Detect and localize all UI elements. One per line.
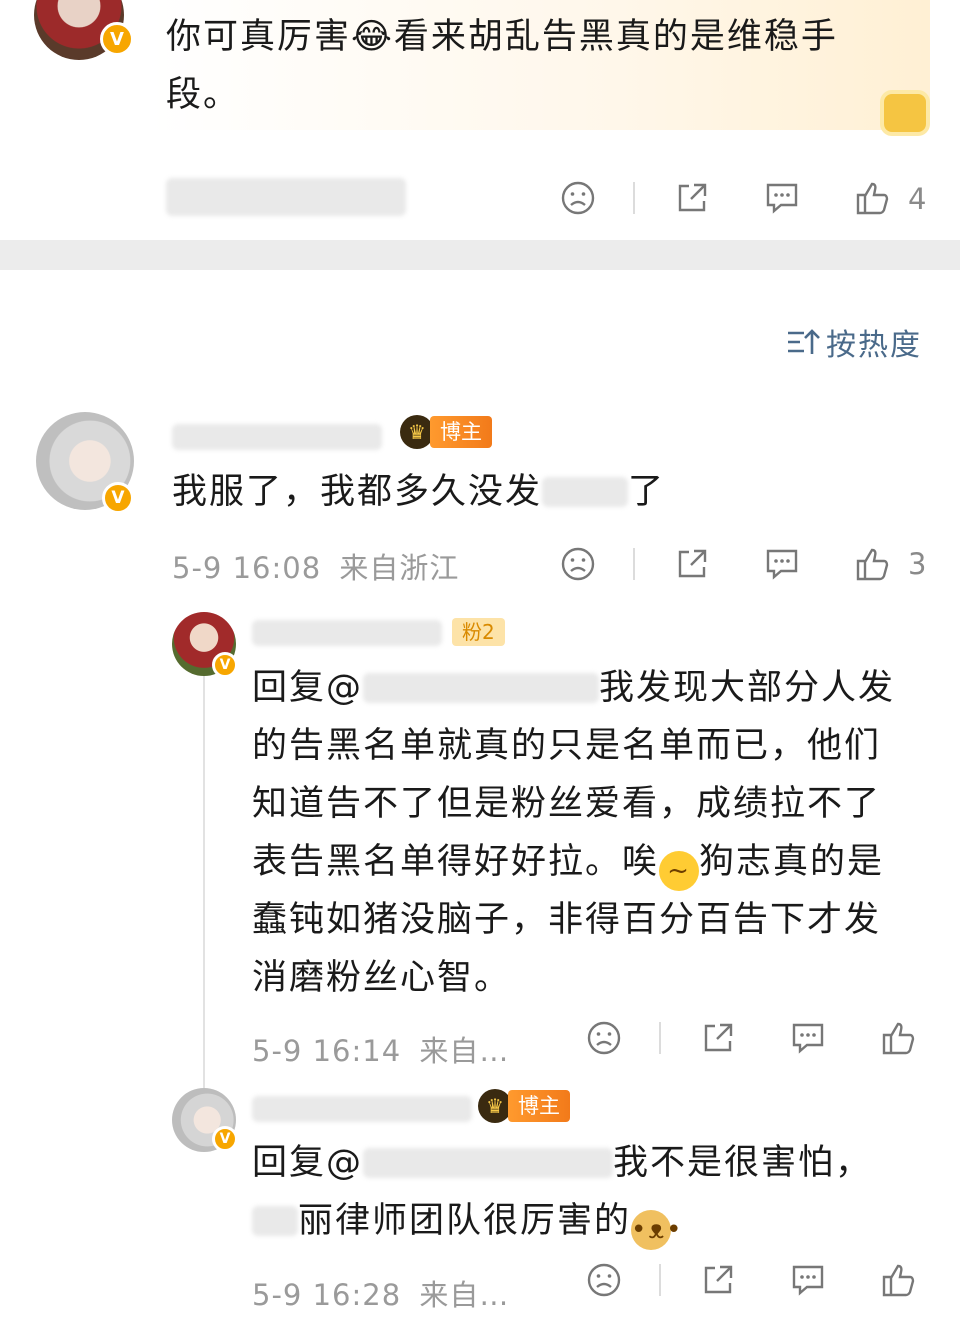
like-count: 3 bbox=[908, 547, 927, 581]
sort-button[interactable]: 按热度 bbox=[786, 322, 922, 363]
comment-icon bbox=[766, 549, 798, 580]
share-icon bbox=[704, 1023, 733, 1052]
comment-button[interactable] bbox=[760, 176, 804, 220]
blurred-metadata bbox=[166, 178, 406, 216]
username-blurred bbox=[172, 424, 382, 450]
comment-button[interactable] bbox=[786, 1258, 830, 1302]
like-button[interactable] bbox=[850, 176, 894, 220]
share-button[interactable] bbox=[670, 542, 714, 586]
reply-location: 来自… bbox=[419, 1034, 510, 1068]
sad-face-icon bbox=[587, 1021, 621, 1055]
sad-face-icon bbox=[561, 547, 595, 581]
sad-face-icon bbox=[587, 1263, 621, 1297]
like-button[interactable] bbox=[850, 542, 894, 586]
dislike-button[interactable] bbox=[582, 1258, 626, 1302]
crown-icon: ♛ bbox=[400, 415, 434, 449]
top-comment-card: V 你可真厉害😂看来胡乱告黑真的是维稳手段。 4 bbox=[0, 0, 960, 240]
comment-text: 你可真厉害😂看来胡乱告黑真的是维稳手段。 bbox=[166, 17, 838, 115]
host-badge-label: 博主 bbox=[430, 416, 492, 448]
section-separator bbox=[0, 240, 960, 270]
fan-badge: 粉2 bbox=[452, 618, 505, 646]
share-button[interactable] bbox=[696, 1016, 740, 1060]
thumbs-up-icon bbox=[856, 182, 889, 215]
sort-icon bbox=[788, 329, 820, 354]
reply-meta: 5-9 16:14 来自… bbox=[252, 1028, 509, 1070]
like-button[interactable] bbox=[876, 1016, 920, 1060]
verified-badge-icon: V bbox=[212, 652, 238, 678]
reply-time: 5-9 16:14 bbox=[252, 1034, 402, 1068]
reply-location: 来自… bbox=[419, 1278, 510, 1312]
host-badge-label: 博主 bbox=[508, 1090, 570, 1122]
share-button[interactable] bbox=[670, 176, 714, 220]
divider bbox=[633, 548, 635, 580]
host-badge: ♛ 博主 bbox=[400, 415, 492, 449]
reply-text: 回复@ 我不是很害怕， 丽律师团队很厉害的•ᴥ• bbox=[252, 1134, 902, 1250]
divider bbox=[633, 182, 635, 214]
share-icon bbox=[678, 549, 707, 578]
thumbs-up-icon bbox=[882, 1022, 915, 1055]
reply-meta: 5-9 16:28 来自… bbox=[252, 1272, 509, 1314]
verified-badge-icon: V bbox=[212, 1126, 238, 1152]
comment-meta: 5-9 16:08 来自浙江 bbox=[172, 545, 459, 587]
comment-location: 来自浙江 bbox=[339, 551, 460, 585]
verified-badge-icon: V bbox=[102, 482, 134, 514]
thread-line bbox=[203, 676, 205, 1096]
sigh-emoji-icon: ~ bbox=[659, 851, 700, 891]
username-blurred bbox=[252, 1096, 472, 1122]
dislike-button[interactable] bbox=[556, 176, 600, 220]
share-icon bbox=[704, 1265, 733, 1294]
comment-icon bbox=[792, 1265, 824, 1296]
reply-time: 5-9 16:28 bbox=[252, 1278, 402, 1312]
comment-icon bbox=[792, 1023, 824, 1054]
dislike-button[interactable] bbox=[582, 1016, 626, 1060]
like-button[interactable] bbox=[876, 1258, 920, 1302]
host-badge: ♛ 博主 bbox=[478, 1089, 570, 1123]
share-icon bbox=[678, 183, 707, 212]
reply-text: 回复@ 我发现大部分人发的告黑名单就真的只是名单而已，他们知道告不了但是粉丝爱看，… bbox=[252, 668, 896, 998]
share-button[interactable] bbox=[696, 1258, 740, 1302]
username-blurred bbox=[252, 620, 442, 646]
sad-face-icon bbox=[561, 181, 595, 215]
comment-icon bbox=[766, 183, 798, 214]
like-count: 4 bbox=[908, 182, 927, 216]
comment-button[interactable] bbox=[760, 542, 804, 586]
sort-label: 按热度 bbox=[826, 328, 922, 363]
verified-badge-icon: V bbox=[100, 22, 134, 56]
divider bbox=[659, 1022, 661, 1054]
comment-time: 5-9 16:08 bbox=[172, 551, 322, 585]
crown-icon: ♛ bbox=[478, 1089, 512, 1123]
divider bbox=[659, 1264, 661, 1296]
thumbs-up-icon bbox=[882, 1264, 915, 1297]
dislike-button[interactable] bbox=[556, 542, 600, 586]
comment-button[interactable] bbox=[786, 1016, 830, 1060]
comment-text: 我服了，我都多久没发了 bbox=[172, 472, 666, 512]
dog-emoji-icon: •ᴥ• bbox=[631, 1210, 681, 1250]
thumbs-up-icon bbox=[856, 548, 889, 581]
